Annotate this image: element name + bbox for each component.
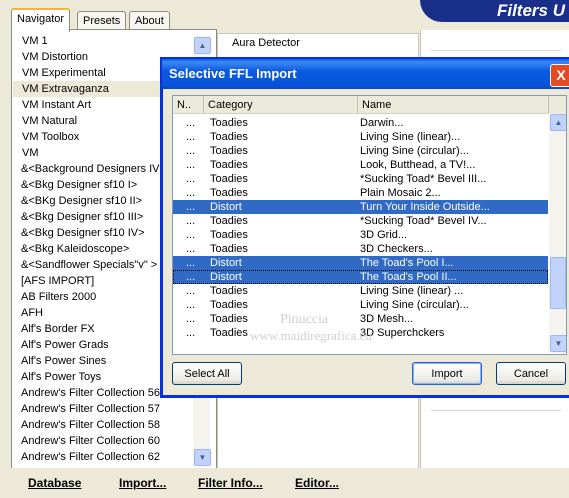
grid-cell-n: ...: [186, 159, 196, 171]
grid-cell-n: ...: [186, 173, 196, 185]
select-all-button[interactable]: Select All: [172, 362, 242, 385]
database-menu[interactable]: Database: [28, 476, 81, 490]
grid-cell-n: ...: [186, 145, 196, 157]
watermark: Pinuccia www.maidiregrafica.eu: [250, 312, 372, 344]
grid-cell-n: ...: [186, 131, 196, 143]
grid-cell-name: Darwin...: [360, 117, 404, 129]
grid-row[interactable]: ... Toadies Plain Mosaic 2...: [173, 186, 548, 200]
grid-row[interactable]: ... Toadies *Sucking Toad* Bevel IV...: [173, 214, 548, 228]
grid-row[interactable]: ... Distort The Toad's Pool II...: [173, 270, 548, 284]
grid-cell-category: Toadies: [210, 215, 248, 227]
grid-scrollbar[interactable]: ▲ ▼: [549, 113, 566, 353]
import-button[interactable]: Import: [412, 362, 482, 385]
grid-row[interactable]: ... Toadies Living Sine (linear) ...: [173, 284, 548, 298]
grid-cell-category: Toadies: [210, 145, 248, 157]
grid-row[interactable]: ... Toadies Living Sine (linear)...: [173, 130, 548, 144]
grid-row[interactable]: ... Distort Turn Your Inside Outside...: [173, 200, 548, 214]
close-icon[interactable]: X: [550, 64, 569, 87]
import-menu[interactable]: Import...: [119, 476, 166, 490]
dialog-title-bar[interactable]: Selective FFL Import X: [162, 59, 569, 89]
app-banner: Filters U: [420, 0, 569, 22]
tab-about[interactable]: About: [129, 11, 170, 30]
watermark-line-2: www.maidiregrafica.eu: [250, 328, 372, 343]
grid-cell-category: Toadies: [210, 187, 248, 199]
watermark-line-1: Pinuccia: [280, 312, 329, 327]
column-header-category[interactable]: Category: [204, 96, 358, 113]
preview-divider: [431, 410, 561, 411]
grid-cell-n: ...: [186, 271, 196, 283]
filter-list-item[interactable]: Andrew's Filter Collection 62: [13, 449, 191, 465]
grid-scroll-down-icon[interactable]: ▼: [550, 335, 566, 352]
grid-cell-n: ...: [186, 201, 196, 213]
filter-list-item[interactable]: Andrew's Filter Collection 58: [13, 417, 191, 433]
grid-cell-name: The Toad's Pool I...: [360, 257, 454, 269]
grid-cell-category: Toadies: [210, 327, 248, 339]
grid-scroll-thumb[interactable]: [550, 257, 566, 310]
bottom-menu-bar: [11, 468, 569, 498]
grid-cell-n: ...: [186, 299, 196, 311]
grid-cell-n: ...: [186, 257, 196, 269]
grid-cell-category: Toadies: [210, 117, 248, 129]
grid-cell-name: 3D Checkers...: [360, 243, 433, 255]
grid-cell-category: Distort: [210, 257, 242, 269]
grid-row[interactable]: ... Toadies Living Sine (circular)...: [173, 144, 548, 158]
dialog-title: Selective FFL Import: [169, 66, 297, 81]
grid-row[interactable]: ... Toadies 3D Checkers...: [173, 242, 548, 256]
grid-cell-category: Toadies: [210, 243, 248, 255]
column-header-name[interactable]: Name: [358, 96, 549, 113]
filter-list-item[interactable]: Andrew's Filter Collection 60: [13, 433, 191, 449]
grid-cell-name: Living Sine (linear)...: [360, 131, 461, 143]
filter-list-item[interactable]: Andrew's Filter Collection 57: [13, 401, 191, 417]
grid-row[interactable]: ... Toadies Darwin...: [173, 116, 548, 130]
grid-row[interactable]: ... Toadies *Sucking Toad* Bevel III...: [173, 172, 548, 186]
grid-row[interactable]: ... Toadies Living Sine (circular)...: [173, 298, 548, 312]
grid-cell-category: Toadies: [210, 131, 248, 143]
grid-cell-category: Toadies: [210, 159, 248, 171]
grid-cell-category: Toadies: [210, 229, 248, 241]
grid-cell-name: Look, Butthead, a TV!...: [360, 159, 476, 171]
grid-cell-n: ...: [186, 187, 196, 199]
app-title: Filters U: [496, 1, 565, 20]
grid-cell-category: Toadies: [210, 285, 248, 297]
editor-menu[interactable]: Editor...: [295, 476, 339, 490]
grid-cell-n: ...: [186, 285, 196, 297]
tab-navigator[interactable]: Navigator: [11, 8, 71, 32]
grid-row[interactable]: ... Toadies 3D Grid...: [173, 228, 548, 242]
grid-cell-category: Distort: [210, 271, 242, 283]
grid-cell-name: Living Sine (circular)...: [360, 145, 469, 157]
grid-row[interactable]: ... Distort The Toad's Pool I...: [173, 256, 548, 270]
grid-cell-name: Living Sine (circular)...: [360, 299, 469, 311]
scroll-down-icon[interactable]: ▼: [194, 449, 211, 466]
grid-cell-n: ...: [186, 229, 196, 241]
grid-cell-name: Turn Your Inside Outside...: [360, 201, 490, 213]
grid-cell-name: 3D Grid...: [360, 229, 408, 241]
grid-cell-category: Toadies: [210, 173, 248, 185]
grid-cell-name: 3D Superchckers: [360, 327, 445, 339]
filter-info-menu[interactable]: Filter Info...: [198, 476, 263, 490]
grid-scroll-up-icon[interactable]: ▲: [550, 114, 566, 131]
preview-ruler: [431, 50, 561, 51]
grid-cell-name: *Sucking Toad* Bevel IV...: [360, 215, 487, 227]
grid-header: N.. Category Name: [173, 96, 566, 114]
scroll-up-icon[interactable]: ▲: [194, 37, 211, 54]
grid-cell-n: ...: [186, 243, 196, 255]
grid-cell-n: ...: [186, 313, 196, 325]
grid-cell-category: Toadies: [210, 313, 248, 325]
tab-presets[interactable]: Presets: [77, 11, 127, 30]
filter-detail-text: Aura Detector: [232, 37, 300, 49]
cancel-button[interactable]: Cancel: [496, 362, 566, 385]
grid-cell-name: The Toad's Pool II...: [360, 271, 457, 283]
filter-list-item[interactable]: VM 1: [13, 33, 191, 49]
grid-cell-n: ...: [186, 215, 196, 227]
grid-cell-n: ...: [186, 327, 196, 339]
grid-cell-name: *Sucking Toad* Bevel III...: [360, 173, 487, 185]
grid-cell-name: Living Sine (linear) ...: [360, 285, 464, 297]
grid-cell-category: Toadies: [210, 299, 248, 311]
grid-row[interactable]: ... Toadies Look, Butthead, a TV!...: [173, 158, 548, 172]
grid-cell-n: ...: [186, 117, 196, 129]
grid-cell-name: Plain Mosaic 2...: [360, 187, 441, 199]
column-header-n[interactable]: N..: [173, 96, 204, 113]
grid-cell-category: Distort: [210, 201, 242, 213]
